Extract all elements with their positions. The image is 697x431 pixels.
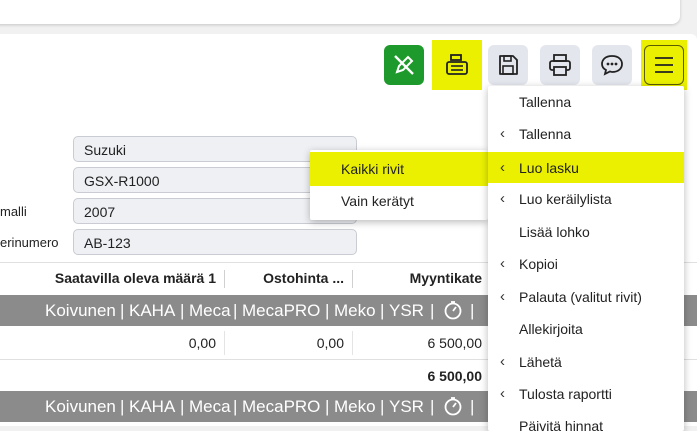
chat-icon (601, 55, 623, 76)
menu-item-return-selected[interactable]: ‹ Palauta (valitut rivit) (488, 281, 684, 313)
menu-item-label: Lisää lohko (519, 224, 590, 240)
menu-item-label: Allekirjoita (519, 321, 583, 337)
brand-ysr[interactable]: YSR (389, 295, 424, 326)
col-header-saatavilla[interactable]: Saatavilla oleva määrä 1 (30, 263, 216, 295)
hamburger-menu-button[interactable] (644, 45, 684, 85)
brand-separator: | (233, 397, 238, 416)
year-label: malli (0, 204, 27, 219)
top-card (0, 0, 680, 24)
menu-item-label: Tallenna (519, 94, 572, 110)
menu-item-label: Tulosta raportti (519, 386, 612, 402)
submenu-item-all-rows[interactable]: Kaikki rivit (310, 152, 488, 186)
timer-icon[interactable] (443, 396, 463, 416)
save-button[interactable] (488, 45, 528, 85)
chevron-left-icon: ‹ (500, 288, 505, 305)
chat-button[interactable] (592, 45, 632, 85)
print-icon (549, 54, 571, 76)
brand-separator: | (430, 301, 435, 320)
menu-item-create-picklist[interactable]: ‹ Luo keräilylista (488, 183, 684, 215)
brand-mecapro[interactable]: MecaPRO (242, 391, 320, 422)
brand-separator: | (430, 397, 435, 416)
actions-menu: Tallenna ‹ Tallenna ‹ Luo lasku ‹ Luo ke… (488, 86, 684, 431)
serial-field[interactable]: AB-123 (73, 229, 357, 255)
hamburger-menu-icon (655, 57, 673, 73)
submenu-item-label: Kaikki rivit (341, 161, 405, 177)
col-separator (352, 270, 353, 288)
menu-item-copy[interactable]: ‹ Kopioi (488, 248, 684, 280)
create-invoice-submenu: Kaikki rivit Vain kerätyt (310, 150, 488, 220)
cell-separator (352, 331, 353, 355)
cash-register-button[interactable] (437, 45, 477, 85)
brand-meko[interactable]: Meko (334, 295, 376, 326)
cash-register-icon (446, 54, 468, 75)
menu-item-label: Päivitä hinnat (519, 418, 604, 431)
save-icon (499, 55, 518, 75)
menu-item-add-block[interactable]: Lisää lohko (488, 216, 684, 248)
menu-item-label: Tallenna (519, 126, 572, 142)
menu-item-sign[interactable]: Allekirjoita (488, 313, 684, 345)
menu-item-save-submenu[interactable]: ‹ Tallenna (488, 118, 684, 150)
serial-label: erinumero (0, 235, 59, 250)
brand-separator: | (470, 301, 475, 320)
brand-separator: | (180, 301, 185, 320)
brand-separator: | (380, 397, 385, 416)
menu-item-label: Luo keräilylista (519, 191, 612, 207)
brand-separator: | (470, 397, 475, 416)
cell-ostohinta: 0,00 (316, 335, 344, 351)
menu-item-save[interactable]: Tallenna (488, 86, 684, 118)
brand-ysr[interactable]: YSR (389, 391, 424, 422)
menu-item-create-invoice[interactable]: ‹ Luo lasku (488, 152, 684, 183)
menu-item-label: Kopioi (519, 256, 558, 272)
timer-icon[interactable] (443, 300, 463, 320)
submenu-item-collected-only[interactable]: Vain kerätyt (310, 184, 488, 218)
brand-koivunen[interactable]: Koivunen (45, 295, 116, 326)
col-header-ostohinta[interactable]: Ostohinta ... (236, 263, 344, 295)
brand-separator: | (120, 301, 125, 320)
chevron-left-icon: ‹ (500, 385, 505, 402)
menu-item-label: Lähetä (519, 354, 562, 370)
chevron-left-icon: ‹ (500, 159, 505, 176)
cell-saatavilla: 0,00 (188, 335, 216, 351)
menu-item-print-report[interactable]: ‹ Tulosta raportti (488, 378, 684, 410)
total-myyntikate: 6 500,00 (427, 368, 483, 384)
submenu-item-label: Vain kerätyt (341, 193, 414, 209)
brand-separator: | (180, 397, 185, 416)
brand-kaha[interactable]: KAHA (129, 391, 175, 422)
cell-separator (224, 331, 225, 355)
brand-meca[interactable]: Meca (189, 391, 231, 422)
brand-separator: | (325, 301, 330, 320)
brand-mecapro[interactable]: MecaPRO (242, 295, 320, 326)
col-separator (224, 270, 225, 288)
brand-separator: | (380, 301, 385, 320)
menu-item-send[interactable]: ‹ Lähetä (488, 346, 684, 378)
chevron-left-icon: ‹ (500, 125, 505, 142)
brand-koivunen[interactable]: Koivunen (45, 391, 116, 422)
menu-item-label: Palauta (valitut rivit) (519, 289, 642, 305)
menu-item-update-prices[interactable]: Päivitä hinnat (488, 410, 684, 431)
brand-meca[interactable]: Meca (189, 295, 231, 326)
brand-separator: | (120, 397, 125, 416)
no-edit-button[interactable] (384, 45, 424, 85)
brand-meko[interactable]: Meko (334, 391, 376, 422)
brand-separator: | (325, 397, 330, 416)
chevron-left-icon: ‹ (500, 353, 505, 370)
chevron-left-icon: ‹ (500, 190, 505, 207)
cell-myyntikate: 6 500,00 (427, 335, 483, 351)
brand-separator: | (233, 301, 238, 320)
print-button[interactable] (540, 45, 580, 85)
menu-item-label: Luo lasku (519, 160, 579, 176)
chevron-left-icon: ‹ (500, 255, 505, 272)
col-header-myyntikate[interactable]: Myyntikate (362, 263, 482, 295)
no-edit-icon (394, 55, 414, 75)
brand-kaha[interactable]: KAHA (129, 295, 175, 326)
